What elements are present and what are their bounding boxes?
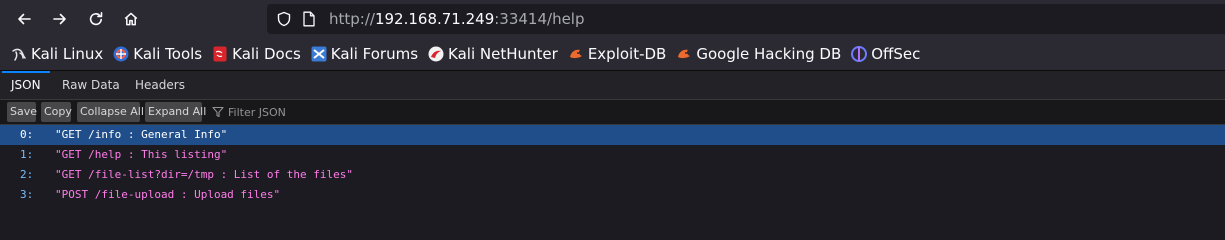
bookmark-label: Kali Forums <box>330 45 419 63</box>
bookmark-label: OffSec <box>871 45 921 63</box>
navigation-toolbar: http://192.168.71.249:33414/help <box>0 0 1225 38</box>
offsec-icon <box>851 46 868 62</box>
ghdb-icon <box>678 49 691 59</box>
collapse-all-button[interactable]: Collapse All <box>77 102 144 122</box>
bookmark-kali-linux[interactable]: Kali Linux <box>8 41 106 67</box>
url-text[interactable]: http://192.168.71.249:33414/help <box>329 10 585 28</box>
bookmark-label: Kali NetHunter <box>448 45 558 63</box>
url-bar[interactable]: http://192.168.71.249:33414/help <box>267 4 1225 34</box>
page-icon[interactable] <box>302 11 316 27</box>
tab-headers[interactable]: Headers <box>135 71 185 99</box>
json-row[interactable]: 1: "GET /help : This listing" <box>0 145 1225 165</box>
forward-button[interactable] <box>46 5 74 33</box>
save-button[interactable]: Save <box>7 102 37 122</box>
copy-button[interactable]: Copy <box>41 102 72 122</box>
bookmarks-toolbar: Kali Linux Kali Tools Kali Docs Kali For… <box>0 38 1225 71</box>
back-arrow-icon <box>18 13 31 25</box>
bookmark-label: Kali Tools <box>133 45 203 63</box>
tab-raw-data[interactable]: Raw Data <box>62 71 120 99</box>
json-string-value: "GET /file-list?dir=/tmp : List of the f… <box>55 168 354 181</box>
kali-docs-icon <box>213 46 227 62</box>
bookmark-label: Kali Linux <box>31 45 104 63</box>
json-key: 1: <box>20 148 34 161</box>
bookmark-kali-forums[interactable]: Kali Forums <box>308 41 421 67</box>
json-string-value: "POST /file-upload : Upload files" <box>55 188 281 201</box>
url-port-path: :33414/help <box>494 10 585 28</box>
json-toolbar: Save Copy Collapse All Expand All <box>0 100 1225 125</box>
bookmark-kali-tools[interactable]: Kali Tools <box>110 41 205 67</box>
json-row[interactable]: 2: "GET /file-list?dir=/tmp : List of th… <box>0 165 1225 185</box>
kali-dragon-icon <box>12 48 26 61</box>
reload-button[interactable] <box>82 5 110 33</box>
filter-json <box>212 102 428 122</box>
kali-tools-icon <box>113 46 129 62</box>
home-icon <box>124 12 138 26</box>
back-button[interactable] <box>10 5 38 33</box>
exploit-db-icon <box>569 49 582 59</box>
home-button[interactable] <box>117 5 145 33</box>
bookmark-label: Kali Docs <box>232 45 301 63</box>
bookmark-kali-nethunter[interactable]: Kali NetHunter <box>425 41 561 67</box>
bookmark-kali-docs[interactable]: Kali Docs <box>209 41 304 67</box>
bookmark-offsec[interactable]: OffSec <box>848 41 923 67</box>
json-viewer-tabs: JSON Raw Data Headers <box>0 71 1225 100</box>
nethunter-icon <box>428 46 444 62</box>
json-string-value: "GET /info : General Info" <box>55 128 228 141</box>
expand-all-button[interactable]: Expand All <box>145 102 206 122</box>
json-string-value: "GET /help : This listing" <box>55 148 228 161</box>
reload-icon <box>89 12 103 26</box>
kali-forums-icon <box>311 46 327 62</box>
json-key: 3: <box>20 188 34 201</box>
json-key: 0: <box>20 128 34 141</box>
json-row[interactable]: 3: "POST /file-upload : Upload files" <box>0 185 1225 205</box>
url-scheme: http:// <box>329 10 375 28</box>
shield-icon[interactable] <box>276 11 292 27</box>
bookmark-google-hacking-db[interactable]: Google Hacking DB <box>673 41 844 67</box>
json-row[interactable]: 0: "GET /info : General Info" <box>0 125 1225 145</box>
filter-json-input[interactable] <box>228 105 428 119</box>
forward-arrow-icon <box>53 13 66 25</box>
tab-json[interactable]: JSON <box>2 71 50 99</box>
json-tree: 0: "GET /info : General Info" 1: "GET /h… <box>0 125 1225 205</box>
bookmark-label: Google Hacking DB <box>696 45 842 63</box>
json-key: 2: <box>20 168 34 181</box>
bookmark-label: Exploit-DB <box>587 45 667 63</box>
filter-icon <box>212 106 224 118</box>
url-host: 192.168.71.249 <box>374 10 495 28</box>
bookmark-exploit-db[interactable]: Exploit-DB <box>565 41 670 67</box>
